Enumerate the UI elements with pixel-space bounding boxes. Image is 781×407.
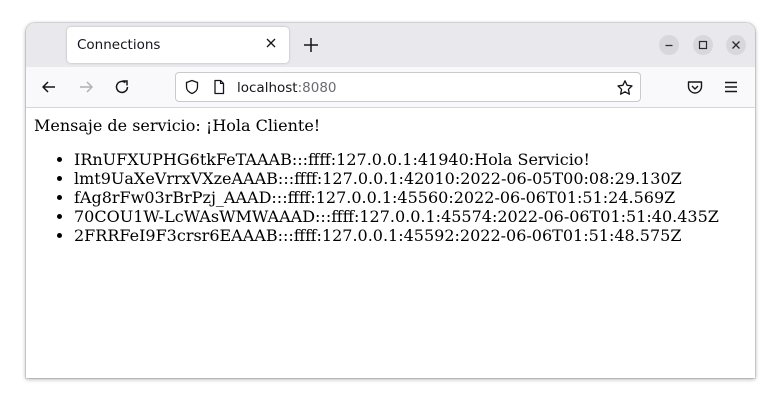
list-item: IRnUFXUPHG6tkFeTAAAB:::ffff:127.0.0.1:41…: [74, 150, 719, 169]
star-icon[interactable]: [616, 79, 633, 95]
connections-list: IRnUFXUPHG6tkFeTAAAB:::ffff:127.0.0.1:41…: [58, 150, 719, 245]
page-content: Mensaje de servicio: ¡Hola Cliente! IRnU…: [26, 108, 755, 378]
tab-connections[interactable]: Connections: [67, 27, 289, 63]
url-port: :8080: [297, 80, 337, 96]
tab-title: Connections: [77, 37, 161, 53]
hamburger-icon[interactable]: [721, 77, 741, 97]
new-tab-plus-icon[interactable]: [301, 35, 321, 55]
service-message: Mensaje de servicio: ¡Hola Cliente!: [34, 116, 321, 135]
page-icon[interactable]: [211, 79, 227, 95]
close-window-icon[interactable]: [726, 35, 746, 55]
tab-close-icon[interactable]: [263, 35, 279, 51]
arrow-left-icon[interactable]: [39, 77, 59, 97]
list-item: lmt9UaXeVrrxVXzeAAAB:::ffff:127.0.0.1:42…: [74, 169, 719, 188]
arrow-right-icon[interactable]: [76, 77, 96, 97]
maximize-icon[interactable]: [693, 35, 713, 55]
pocket-icon[interactable]: [685, 77, 705, 97]
tab-bar: Connections: [26, 23, 755, 67]
url-text[interactable]: localhost:8080: [237, 80, 337, 96]
list-item: 2FRRFeI9F3crsr6EAAAB:::ffff:127.0.0.1:45…: [74, 226, 719, 245]
url-bar[interactable]: localhost:8080: [175, 72, 641, 102]
browser-window: Connections localhost:8080 Mensaje de se…: [26, 23, 755, 378]
navigation-bar: localhost:8080: [26, 67, 755, 108]
url-host: localhost: [237, 80, 298, 96]
reload-icon[interactable]: [112, 77, 132, 97]
shield-icon[interactable]: [184, 79, 200, 95]
minimize-icon[interactable]: [659, 35, 679, 55]
list-item: 70COU1W-LcWAsWMWAAAD:::ffff:127.0.0.1:45…: [74, 207, 719, 226]
list-item: fAg8rFw03rBrPzj_AAAD:::ffff:127.0.0.1:45…: [74, 188, 719, 207]
